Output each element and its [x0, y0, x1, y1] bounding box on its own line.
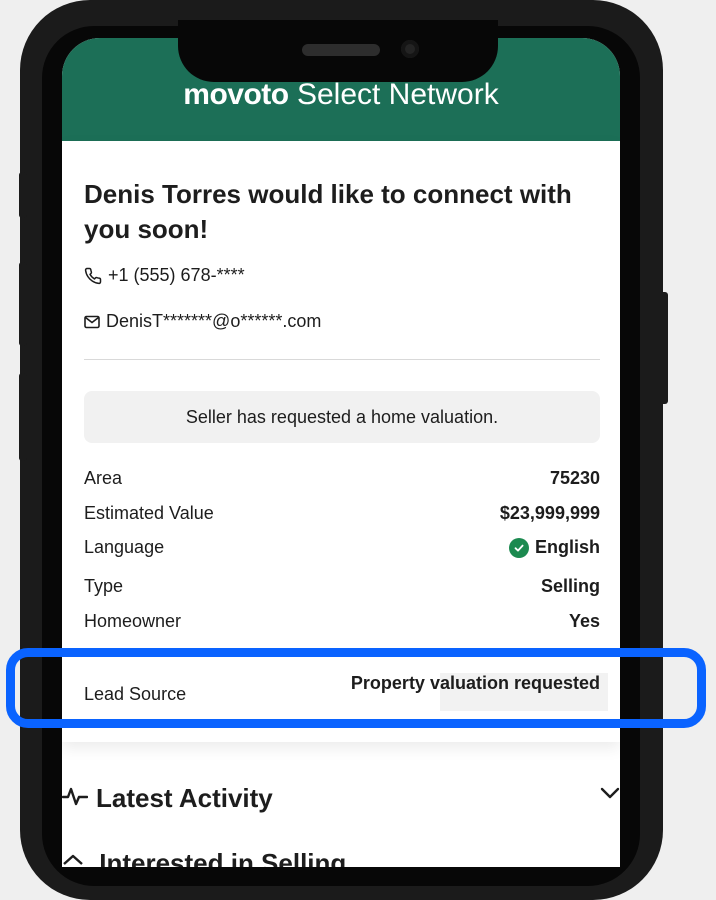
detail-label: Language	[84, 537, 165, 557]
detail-label: Homeowner	[84, 611, 182, 631]
lead-source-highlight	[6, 648, 706, 728]
detail-row-type: Type Selling	[84, 576, 600, 597]
latest-activity-title: Latest Activity	[96, 782, 273, 813]
email-row[interactable]: DenisT*******@o******.com	[84, 311, 321, 332]
movoto-logo: movoto	[183, 78, 289, 111]
phone-power-button	[660, 292, 668, 404]
phone-row[interactable]: +1 (555) 678-****	[84, 265, 245, 286]
phone-side-button	[19, 172, 27, 218]
detail-row-estimated-value: Estimated Value $23,999,999	[84, 503, 600, 524]
brand-title: movoto Select Network	[62, 78, 620, 112]
speaker-grille	[302, 44, 380, 56]
language-value: English	[508, 537, 600, 558]
interested-section-header[interactable]: Interested in Selling	[62, 848, 346, 867]
phone-number: +1 (555) 678-****	[108, 265, 245, 285]
mail-icon	[84, 315, 100, 329]
detail-row-homeowner: Homeowner Yes	[84, 611, 600, 632]
detail-label: Type	[84, 576, 124, 596]
activity-pulse-icon	[62, 785, 89, 812]
detail-row-language: Language English	[84, 537, 600, 558]
detail-value: English	[534, 537, 600, 557]
detail-label: Area	[84, 468, 123, 488]
notice-text: Seller has requested a home valuation.	[185, 406, 499, 427]
lead-title: Denis Torres would like to connect with …	[84, 179, 572, 244]
check-circle-icon	[508, 537, 529, 558]
phone-side-button	[19, 262, 27, 346]
detail-row-area: Area 75230	[84, 468, 600, 489]
valuation-notice: Seller has requested a home valuation.	[84, 391, 600, 443]
front-camera	[401, 40, 419, 58]
chevron-down-icon[interactable]	[600, 786, 620, 805]
detail-value: 75230	[549, 468, 600, 488]
phone-side-button	[19, 373, 27, 461]
detail-value: $23,999,999	[499, 503, 600, 523]
interested-title: Interested in Selling	[99, 848, 347, 867]
detail-value: Selling	[540, 576, 600, 596]
phone-screen: movoto Select Network Denis Torres would…	[62, 38, 620, 867]
phone-icon	[84, 267, 102, 285]
house-icon	[62, 850, 84, 867]
email-address: DenisT*******@o******.com	[106, 311, 322, 331]
detail-value: Yes	[568, 611, 600, 631]
brand-subtitle: Select Network	[296, 78, 499, 111]
latest-activity-header[interactable]: Latest Activity	[62, 780, 620, 816]
detail-label: Estimated Value	[84, 503, 214, 523]
divider	[84, 359, 600, 360]
